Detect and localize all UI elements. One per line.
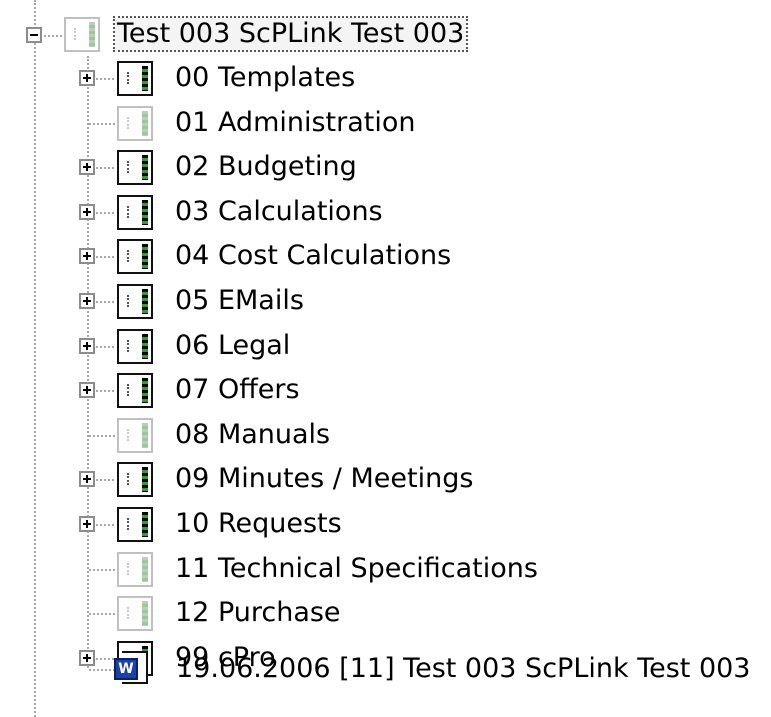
binder-icon: [117, 150, 153, 185]
tree-line-document-branch: [89, 669, 115, 671]
folder-label[interactable]: 09 Minutes / Meetings: [175, 463, 473, 495]
expand-toggle[interactable]: [79, 516, 95, 532]
root-binder-icon: [64, 17, 100, 52]
binder-icon: [117, 329, 153, 364]
binder-icon: [117, 418, 153, 453]
tree-line-branch: [96, 78, 114, 80]
binder-icon: [117, 239, 153, 274]
tree-line-root-branch: [44, 35, 62, 37]
binder-icon: [117, 61, 153, 96]
folder-label[interactable]: 12 Purchase: [175, 597, 341, 629]
root-node-label[interactable]: Test 003 ScPLink Test 003: [112, 16, 469, 52]
expand-toggle[interactable]: [79, 471, 95, 487]
tree-line-branch: [89, 569, 115, 571]
folder-tree[interactable]: Test 003 ScPLink Test 003 00 Templates 01…: [0, 0, 771, 717]
tree-line-branch: [96, 301, 114, 303]
folder-label[interactable]: 01 Administration: [175, 107, 416, 139]
tree-line-level-1: [87, 56, 89, 668]
binder-icon: [117, 462, 153, 497]
expand-toggle[interactable]: [79, 70, 95, 86]
tree-line-branch: [96, 256, 114, 258]
tree-line-root: [34, 0, 36, 717]
tree-line-branch: [96, 346, 114, 348]
folder-label[interactable]: 10 Requests: [175, 508, 342, 540]
document-row-icon: W: [114, 651, 150, 685]
expand-toggle[interactable]: [79, 338, 95, 354]
folder-label[interactable]: 08 Manuals: [175, 419, 330, 451]
folder-label[interactable]: 00 Templates: [175, 62, 355, 94]
folder-label[interactable]: 03 Calculations: [175, 196, 383, 228]
binder-icon: [117, 507, 153, 542]
tree-line-branch: [89, 435, 115, 437]
tree-line-branch: [96, 390, 114, 392]
binder-icon: [117, 373, 153, 408]
tree-line-branch: [96, 658, 114, 660]
folder-label[interactable]: 05 EMails: [175, 285, 304, 317]
tree-line-branch: [96, 479, 114, 481]
folder-label[interactable]: 06 Legal: [175, 330, 290, 362]
binder-icon: [117, 596, 153, 631]
binder-icon: [117, 195, 153, 230]
folder-label[interactable]: 02 Budgeting: [175, 151, 357, 183]
folder-label[interactable]: 04 Cost Calculations: [175, 240, 451, 272]
expand-toggle[interactable]: [79, 159, 95, 175]
binder-icon: [117, 106, 153, 141]
binder-icon: [117, 552, 153, 587]
word-document-icon: W: [114, 658, 138, 680]
binder-icon: [117, 284, 153, 319]
folder-label[interactable]: 07 Offers: [175, 374, 300, 406]
expand-toggle[interactable]: [79, 650, 95, 666]
tree-line-branch: [89, 613, 115, 615]
document-label[interactable]: 19.06.2006 [11] Test 003 ScPLink Test 00…: [176, 653, 750, 685]
folder-label[interactable]: 11 Technical Specifications: [175, 553, 538, 585]
root-collapse-toggle[interactable]: [26, 27, 42, 43]
tree-line-branch: [96, 524, 114, 526]
tree-line-branch: [89, 123, 115, 125]
expand-toggle[interactable]: [79, 248, 95, 264]
expand-toggle[interactable]: [79, 382, 95, 398]
tree-line-branch: [96, 212, 114, 214]
expand-toggle[interactable]: [79, 204, 95, 220]
expand-toggle[interactable]: [79, 293, 95, 309]
tree-line-branch: [96, 167, 114, 169]
